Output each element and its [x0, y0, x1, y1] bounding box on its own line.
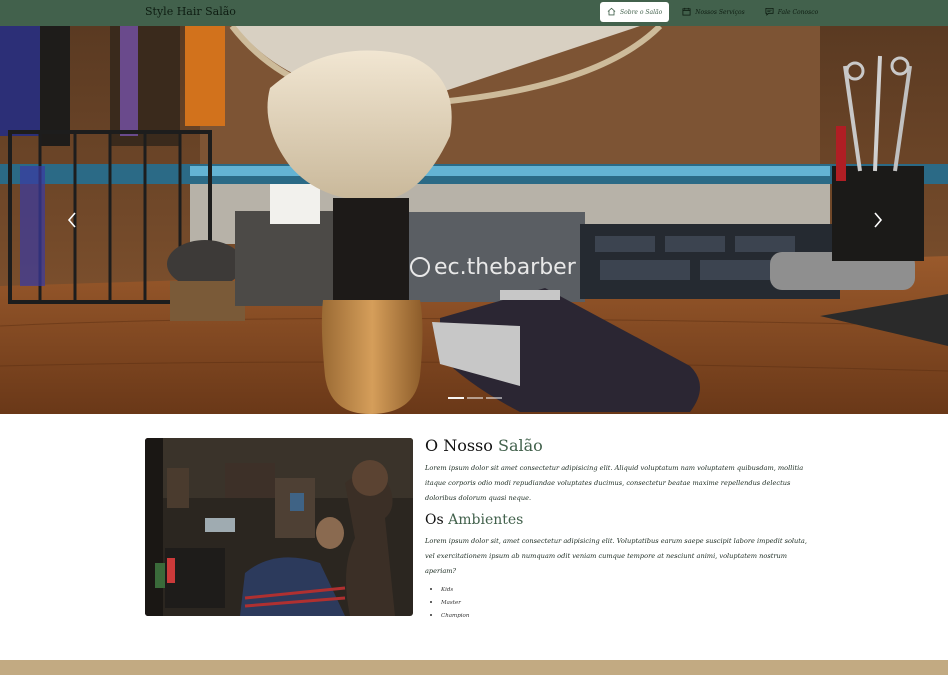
nav-menu: Sobre o Salão Nossos Serviços Fale Conos…: [600, 2, 825, 22]
chevron-right-icon: [874, 212, 883, 228]
carousel-indicators: [448, 397, 502, 399]
nav-item-fale-conosco[interactable]: Fale Conosco: [758, 2, 825, 22]
hero-image-sign: ec.thebarber: [434, 255, 577, 280]
nav-item-nossos-servicos[interactable]: Nossos Serviços: [675, 2, 752, 22]
home-icon: [607, 7, 616, 18]
nav-item-label: Fale Conosco: [777, 8, 819, 16]
hero-carousel: ec.thebarber: [0, 26, 948, 414]
carousel-prev-button[interactable]: [60, 206, 84, 234]
barber-tools-photo: ec.thebarber: [0, 26, 948, 414]
carousel-indicator-2[interactable]: [467, 397, 483, 399]
list-item: Kids: [441, 585, 810, 593]
carousel-indicator-3[interactable]: [486, 397, 502, 399]
nav-item-sobre-o-salao[interactable]: Sobre o Salão: [600, 2, 670, 22]
chat-icon: [765, 7, 774, 18]
about-title-prefix: O Nosso: [425, 436, 498, 455]
about-section: O Nosso Salão Lorem ipsum dolor sit amet…: [425, 436, 810, 624]
brand-logo-text[interactable]: Style Hair Salão: [145, 5, 236, 18]
footer-strip: [0, 660, 948, 675]
list-item: Master: [441, 598, 810, 606]
carousel-indicator-1[interactable]: [448, 397, 464, 399]
about-paragraph: Lorem ipsum dolor sit amet consectetur a…: [425, 464, 804, 502]
calendar-icon: [682, 7, 691, 18]
nav-item-label: Nossos Serviços: [695, 8, 745, 16]
nav-item-label: Sobre o Salão: [620, 8, 663, 16]
ambientes-title-accent: Ambientes: [448, 512, 524, 528]
ambientes-list: Kids Master Champion: [425, 585, 810, 619]
top-navbar: Style Hair Salão Sobre o Salão Nossos Se…: [0, 0, 948, 26]
ambientes-title-prefix: Os: [425, 512, 449, 528]
barbershop-photo: [145, 438, 413, 616]
list-item: Champion: [441, 611, 810, 619]
chevron-left-icon: [67, 212, 76, 228]
about-title-accent: Salão: [497, 436, 543, 455]
ambientes-title: Os Ambientes: [425, 512, 810, 528]
ambientes-paragraph: Lorem ipsum dolor sit, amet consectetur …: [425, 537, 807, 575]
carousel-next-button[interactable]: [866, 206, 890, 234]
about-title: O Nosso Salão: [425, 436, 810, 455]
